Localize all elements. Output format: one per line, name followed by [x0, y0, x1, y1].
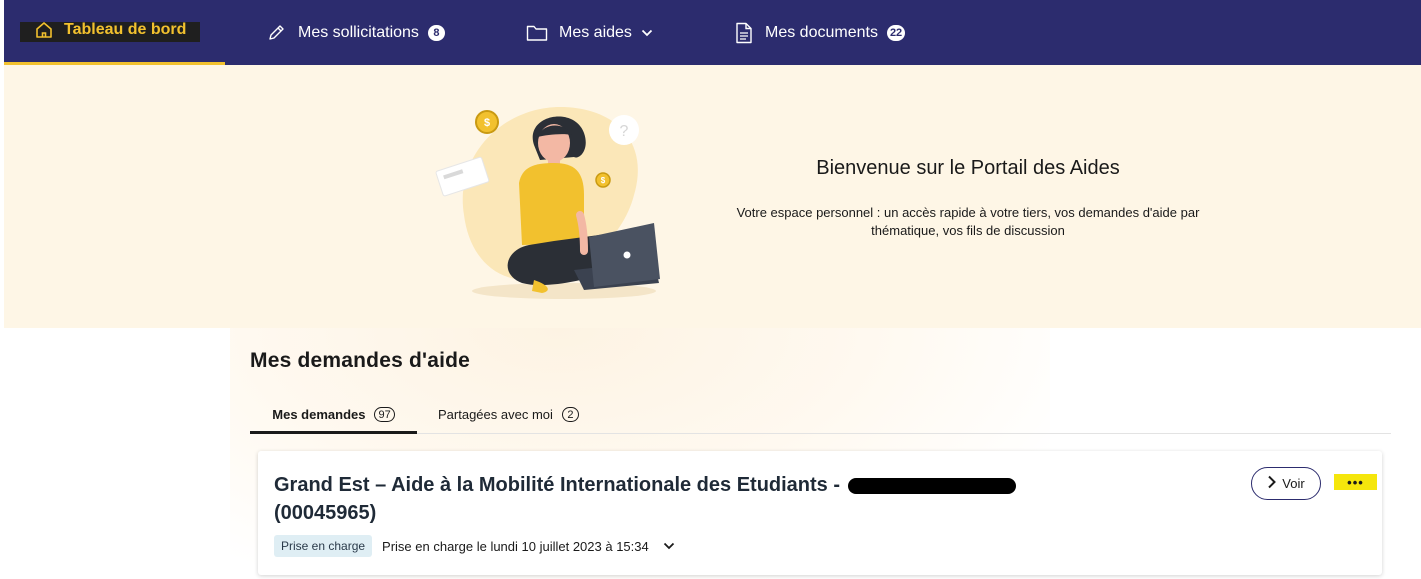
status-badge: Prise en charge — [274, 535, 373, 557]
request-reference: (00045965) — [274, 502, 377, 524]
nav-documents-label: Mes documents — [765, 23, 878, 41]
nav-home-label: Tableau de bord — [64, 21, 187, 38]
request-card: Grand Est – Aide à la Mobilité Internati… — [258, 451, 1382, 575]
svg-text:$: $ — [601, 176, 606, 185]
partagees-count: 2 — [561, 407, 579, 422]
top-navigation: Tableau de bord Mes sollicitations 8 Mes… — [4, 0, 1421, 65]
tab-mes-demandes-label: Mes demandes — [272, 407, 366, 422]
nav-tab-sollicitations[interactable]: Mes sollicitations 8 — [266, 0, 445, 65]
section-title: Mes demandes d'aide — [250, 349, 471, 372]
status-row: Prise en charge Prise en charge le lundi… — [274, 535, 675, 557]
home-icon — [34, 20, 54, 40]
tab-mes-demandes[interactable]: Mes demandes 97 — [250, 398, 417, 434]
request-title-text: Grand Est – Aide à la Mobilité Internati… — [274, 474, 841, 496]
expand-chevron-icon[interactable] — [663, 542, 675, 550]
nav-mes-aides-label: Mes aides — [559, 23, 632, 41]
sollicitations-count-badge: 8 — [427, 24, 445, 41]
nav-tab-dashboard[interactable]: Tableau de bord — [4, 0, 225, 65]
welcome-title: Bienvenue sur le Portail des Aides — [816, 157, 1120, 179]
nav-tab-documents[interactable]: Mes documents 22 — [735, 0, 906, 65]
document-icon — [735, 22, 753, 44]
folder-icon — [526, 24, 548, 42]
svg-text:$: $ — [484, 117, 490, 129]
woman-with-laptop-illustration: $ $ ? — [435, 106, 660, 299]
voir-label: Voir — [1282, 476, 1305, 491]
chevron-right-icon — [1267, 475, 1277, 492]
more-options-button[interactable]: ••• — [1334, 474, 1377, 490]
nav-sollicitations-label: Mes sollicitations — [298, 23, 419, 41]
welcome-subtitle: Votre espace personnel : un accès rapide… — [736, 205, 1200, 238]
chevron-down-icon — [641, 29, 653, 37]
tab-partagees-label: Partagées avec moi — [438, 407, 553, 422]
requests-tabs: Mes demandes 97 Partagées avec moi 2 — [250, 398, 1391, 434]
voir-button[interactable]: Voir — [1251, 467, 1321, 500]
nav-tab-mes-aides[interactable]: Mes aides — [526, 0, 653, 65]
pen-icon — [266, 23, 286, 43]
tab-partagees[interactable]: Partagées avec moi 2 — [438, 398, 579, 431]
svg-text:?: ? — [620, 123, 629, 140]
request-title: Grand Est – Aide à la Mobilité Internati… — [274, 471, 1034, 527]
mes-demandes-count: 97 — [374, 407, 395, 422]
status-text: Prise en charge le lundi 10 juillet 2023… — [382, 538, 649, 554]
documents-count-badge: 22 — [886, 24, 906, 41]
welcome-banner: $ $ ? Bienvenue sur le Portail des Aides… — [4, 65, 1421, 328]
redacted-block — [847, 477, 1016, 494]
